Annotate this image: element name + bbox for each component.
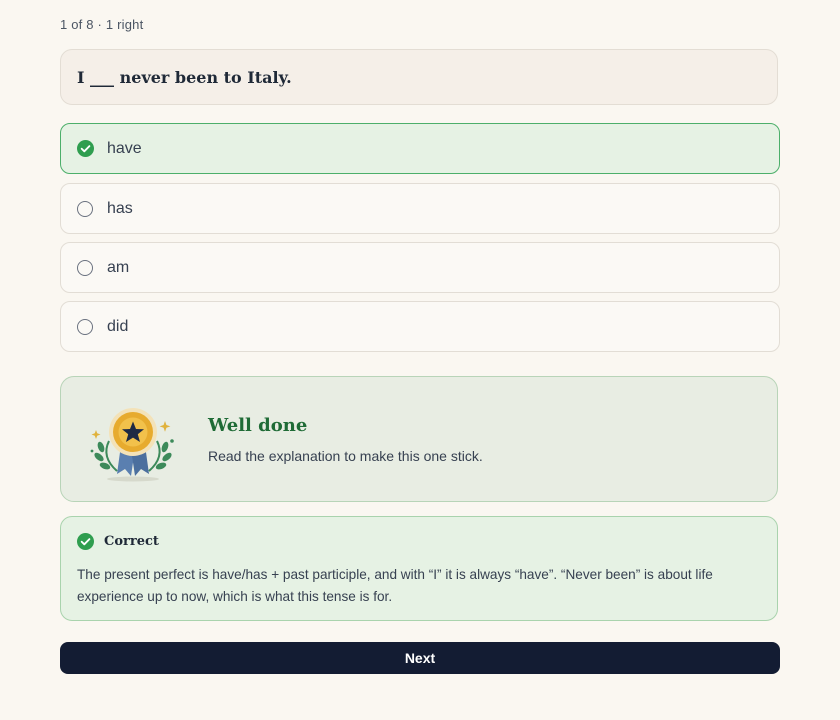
radio-empty-icon <box>77 259 93 276</box>
next-button[interactable]: Next <box>60 642 780 674</box>
explanation-text: The present perfect is have/has + past p… <box>77 567 713 604</box>
option-did[interactable]: did <box>60 301 780 352</box>
check-circle-icon <box>77 140 94 157</box>
feedback-title: Well done <box>208 415 308 436</box>
option-am[interactable]: am <box>60 242 780 293</box>
explanation-status: Correct <box>104 534 159 549</box>
check-circle-icon <box>77 533 94 550</box>
feedback-card: Well done Read the explanation to make t… <box>60 376 778 502</box>
option-has[interactable]: has <box>60 183 780 234</box>
option-label: am <box>107 258 130 276</box>
option-label: did <box>107 317 129 335</box>
feedback-subtitle: Read the explanation to make this one st… <box>208 448 483 464</box>
radio-empty-icon <box>77 318 93 335</box>
option-have[interactable]: have <box>60 123 780 174</box>
progress-indicator: 1 of 8 · 1 right <box>60 17 144 32</box>
option-label: has <box>107 199 133 217</box>
medal-icon <box>90 408 174 482</box>
option-label: have <box>107 139 142 157</box>
explanation-panel: Correct The present perfect is have/has … <box>60 516 778 621</box>
radio-empty-icon <box>77 200 93 217</box>
question-prompt: I ___ never been to Italy. <box>60 49 778 105</box>
